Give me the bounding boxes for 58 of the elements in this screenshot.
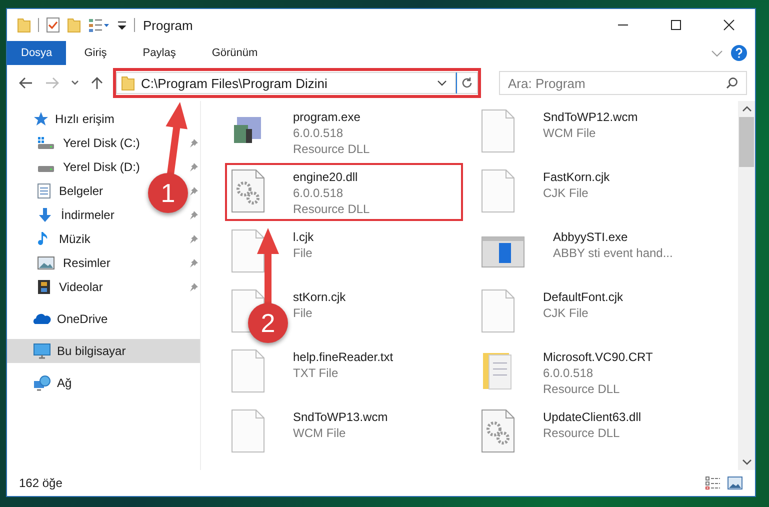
file-name: engine20.dll <box>293 169 359 185</box>
file-detail: CJK File <box>543 185 590 201</box>
sidebar-item[interactable]: Resimler <box>7 251 114 275</box>
file-name: AbbyySTI.exe <box>553 229 629 245</box>
sidebar-label: Hızlı erişim <box>55 112 114 126</box>
search-field[interactable]: Ara: Program <box>499 71 747 95</box>
file-detail: 6.0.0.518 <box>543 365 594 381</box>
sidebar-label: Resimler <box>63 256 110 270</box>
sidebar-item[interactable]: Yerel Disk (D:) <box>7 155 144 179</box>
file-detail: TXT File <box>293 365 340 381</box>
window-title: Program <box>143 18 193 32</box>
ribbon-tab[interactable]: Görünüm <box>194 41 276 65</box>
file-name: UpdateClient63.dll <box>543 409 642 425</box>
file-name: help.fineReader.txt <box>293 349 394 365</box>
file-name: l.cjk <box>293 229 314 245</box>
file-name: Microsoft.VC90.CRT <box>543 349 653 365</box>
address-path: C:\Program Files\Program Dizini <box>141 76 328 90</box>
sidebar-label: Ağ <box>57 376 72 390</box>
file-detail: 6.0.0.518 <box>293 185 344 201</box>
file-detail: File <box>293 245 314 261</box>
sidebar-label: Videolar <box>59 280 103 294</box>
file-detail: Resource DLL <box>293 201 370 217</box>
address-field[interactable]: C:\Program Files\Program Dizini <box>116 72 456 94</box>
sidebar-item[interactable]: OneDrive <box>7 307 200 331</box>
sidebar-item[interactable]: Yerel Disk (C:) <box>7 131 144 155</box>
file-detail: Resource DLL <box>293 141 370 157</box>
file-detail: Resource DLL <box>543 425 621 441</box>
sidebar-item[interactable]: Ağ <box>7 371 200 395</box>
file-detail: File <box>293 305 314 321</box>
item-count: 162 öğe <box>19 476 62 490</box>
file-name: SndToWP12.wcm <box>543 109 638 125</box>
file-detail: Resource DLL <box>543 381 621 397</box>
sidebar-item[interactable]: Bu bilgisayar <box>7 339 200 363</box>
file-detail: WCM File <box>543 125 597 141</box>
sidebar-item[interactable]: İndirmeler <box>7 203 118 227</box>
file-name: program.exe <box>293 109 362 125</box>
sidebar-item[interactable]: Belgeler <box>7 179 108 203</box>
file-name: DefaultFont.cjk <box>543 289 624 305</box>
sidebar-label: OneDrive <box>57 312 108 326</box>
ribbon-tab[interactable]: Giriş <box>66 41 125 65</box>
sidebar-label: İndirmeler <box>61 208 114 222</box>
file-detail: CJK File <box>543 305 590 321</box>
sidebar-item[interactable]: Müzik <box>7 227 94 251</box>
file-detail: 6.0.0.518 <box>293 125 344 141</box>
file-detail: WCM File <box>293 425 347 441</box>
file-detail: ABBY sti event hand... <box>553 245 673 261</box>
sidebar-item[interactable]: Videolar <box>7 275 107 299</box>
file-name: SndToWP13.wcm <box>293 409 388 425</box>
file-name: FastKorn.cjk <box>543 169 610 185</box>
sidebar-label: Belgeler <box>59 184 104 198</box>
sidebar-item[interactable]: Hızlı erişim <box>7 107 200 131</box>
sidebar-label: Müzik <box>59 232 90 246</box>
ribbon-tab[interactable]: Dosya <box>7 41 66 65</box>
ribbon-tab[interactable]: Paylaş <box>124 41 194 65</box>
sidebar-label: Yerel Disk (D:) <box>63 160 140 174</box>
sidebar-label: Yerel Disk (C:) <box>63 136 140 150</box>
file-name: stKorn.cjk <box>293 289 346 305</box>
sidebar-label: Bu bilgisayar <box>57 344 126 358</box>
